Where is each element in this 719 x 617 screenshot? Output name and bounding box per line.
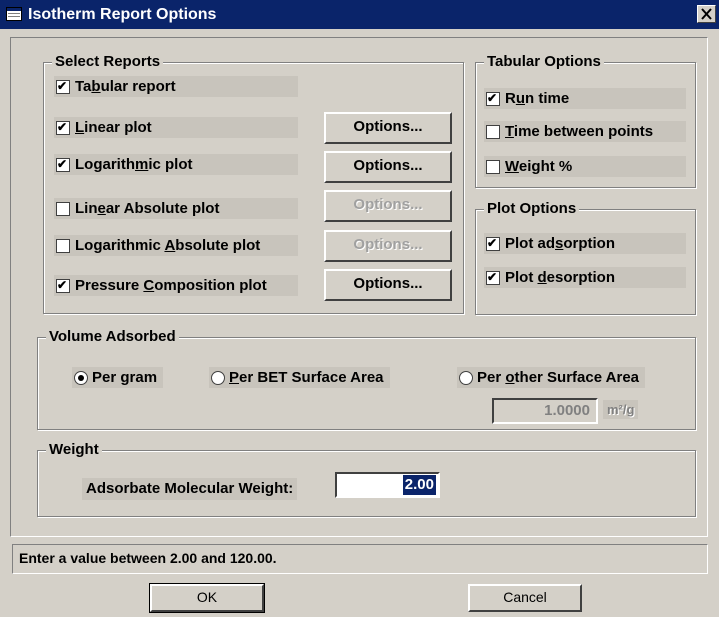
plot-desorption-checkbox[interactable]: Plot desorption <box>484 267 686 288</box>
time-between-points-label: Time between points <box>505 123 654 140</box>
per-gram-label: Per gram <box>92 369 158 386</box>
linear-plot-options-button[interactable]: Options... <box>324 112 452 144</box>
weight-percent-label: Weight % <box>505 158 573 175</box>
window-icon <box>6 6 22 22</box>
radio-unselected-icon <box>211 370 225 385</box>
tabular-report-label: Tabular report <box>75 78 176 95</box>
ok-button[interactable]: OK <box>149 583 265 613</box>
run-time-checkbox[interactable]: Run time <box>484 88 686 109</box>
checkbox-checked-icon <box>56 119 70 135</box>
checkbox-unchecked-icon <box>56 238 70 253</box>
select-reports-legend: Select Reports <box>52 52 164 72</box>
logarithmic-absolute-plot-checkbox[interactable]: Logarithmic Absolute plot <box>54 235 298 256</box>
checkbox-checked-icon <box>486 269 500 285</box>
plot-desorption-label: Plot desorption <box>505 269 616 286</box>
run-time-label: Run time <box>505 90 570 107</box>
time-between-points-checkbox[interactable]: Time between points <box>484 121 686 142</box>
plot-adsorption-checkbox[interactable]: Plot adsorption <box>484 233 686 254</box>
checkbox-checked-icon <box>56 78 70 94</box>
radio-selected-icon <box>74 370 88 385</box>
volume-adsorbed-legend: Volume Adsorbed <box>46 327 179 347</box>
logarithmic-absolute-options-button[interactable]: Options... <box>324 230 452 262</box>
linear-absolute-plot-label: Linear Absolute plot <box>75 200 220 217</box>
molecular-weight-value: 2.00 <box>402 475 436 495</box>
tabular-report-checkbox[interactable]: Tabular report <box>54 76 298 97</box>
linear-plot-checkbox[interactable]: Linear plot <box>54 117 298 138</box>
ok-button-label: OK <box>196 589 218 605</box>
tabular-options-legend: Tabular Options <box>484 52 604 72</box>
weight-percent-checkbox[interactable]: Weight % <box>484 156 686 177</box>
surface-area-unit: m²/g <box>603 400 639 419</box>
pressure-composition-plot-checkbox[interactable]: Pressure Composition plot <box>54 275 298 296</box>
molecular-weight-label: Adsorbate Molecular Weight: <box>82 478 298 500</box>
logarithmic-plot-options-button[interactable]: Options... <box>324 151 452 183</box>
per-other-surface-area-radio[interactable]: Per other Surface Area <box>457 367 646 388</box>
close-icon[interactable] <box>697 5 716 23</box>
surface-area-input[interactable]: 1.0000 <box>492 398 598 424</box>
dialog-window: Isotherm Report Options Select Reports T… <box>0 0 719 617</box>
checkbox-unchecked-icon <box>56 201 70 216</box>
checkbox-unchecked-icon <box>486 124 500 139</box>
radio-unselected-icon <box>459 370 473 385</box>
checkbox-checked-icon <box>486 90 500 106</box>
status-bar: Enter a value between 2.00 and 120.00. <box>12 544 708 574</box>
checkbox-checked-icon <box>56 156 70 172</box>
logarithmic-absolute-plot-label: Logarithmic Absolute plot <box>75 237 261 254</box>
window-title: Isotherm Report Options <box>28 6 217 23</box>
logarithmic-plot-label: Logarithmic plot <box>75 156 193 173</box>
plot-options-legend: Plot Options <box>484 199 580 219</box>
per-other-surface-area-label: Per other Surface Area <box>477 369 640 386</box>
per-gram-radio[interactable]: Per gram <box>72 367 164 388</box>
title-bar[interactable]: Isotherm Report Options <box>0 0 719 29</box>
pressure-composition-plot-label: Pressure Composition plot <box>75 277 267 294</box>
plot-adsorption-label: Plot adsorption <box>505 235 616 252</box>
cancel-button-label: Cancel <box>503 589 547 605</box>
linear-absolute-plot-checkbox[interactable]: Linear Absolute plot <box>54 198 298 219</box>
per-bet-surface-area-label: Per BET Surface Area <box>229 369 384 386</box>
linear-plot-label: Linear plot <box>75 119 152 136</box>
checkbox-unchecked-icon <box>486 159 500 174</box>
linear-absolute-options-button[interactable]: Options... <box>324 190 452 222</box>
logarithmic-plot-checkbox[interactable]: Logarithmic plot <box>54 154 298 175</box>
plot-options-group: Plot Options <box>475 199 696 315</box>
per-bet-surface-area-radio[interactable]: Per BET Surface Area <box>209 367 390 388</box>
checkbox-checked-icon <box>486 235 500 251</box>
molecular-weight-input[interactable]: 2.00 <box>335 472 440 498</box>
checkbox-checked-icon <box>56 277 70 293</box>
cancel-button[interactable]: Cancel <box>468 584 582 612</box>
pressure-composition-options-button[interactable]: Options... <box>324 269 452 301</box>
weight-legend: Weight <box>46 440 102 460</box>
